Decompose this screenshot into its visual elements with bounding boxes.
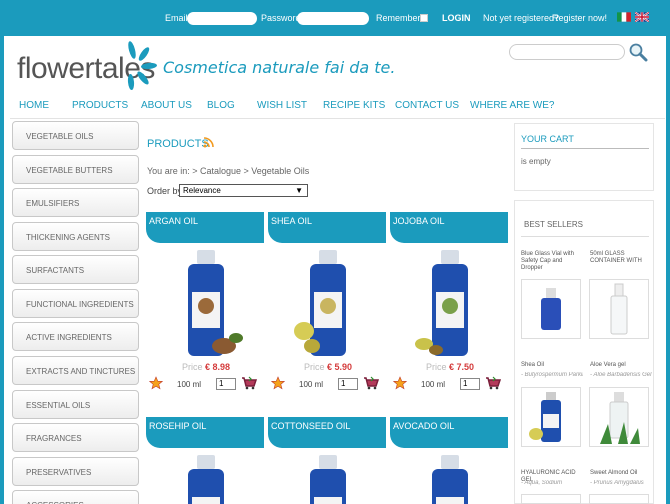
category-accessories[interactable]: ACCESSORIES	[12, 490, 139, 504]
bestsellers-box	[514, 200, 654, 504]
rosehip-oil-bottle-image[interactable]	[166, 451, 246, 504]
sweet-almond-oil-image[interactable]	[589, 494, 649, 504]
search-input[interactable]	[509, 44, 625, 60]
product-price: Price € 5.90	[304, 362, 353, 372]
product-size: 100 ml	[177, 380, 202, 389]
glass-container-image[interactable]	[589, 279, 649, 339]
nav-about-us[interactable]: ABOUT US	[141, 100, 192, 111]
hyaluronic-gel-image[interactable]	[521, 494, 581, 504]
blue-vial-image[interactable]	[521, 279, 581, 339]
add-to-cart-icon[interactable]	[241, 376, 257, 390]
uk-flag-icon[interactable]	[635, 12, 649, 22]
bestseller-inci: - Butyrospermum Parkii	[521, 372, 583, 378]
breadcrumb: You are in: > Catalogue > Vegetable Oils	[147, 166, 310, 176]
product-title[interactable]: AVOCADO OIL	[390, 417, 508, 448]
product-title[interactable]: ROSEHIP OIL	[146, 417, 264, 448]
category-vegetable-butters[interactable]: VEGETABLE BUTTERS	[12, 155, 139, 184]
main-nav: HOME PRODUCTS ABOUT US BLOG WISH LIST RE…	[0, 100, 670, 116]
remember-checkbox[interactable]	[420, 14, 428, 22]
remember-label: Remember	[376, 13, 421, 23]
nav-products[interactable]: PRODUCTS	[72, 100, 128, 111]
rss-icon[interactable]	[203, 137, 214, 148]
nav-home[interactable]: HOME	[19, 100, 49, 111]
category-surfactants[interactable]: SURFACTANTS	[12, 255, 139, 284]
product-price: Price € 7.50	[426, 362, 475, 372]
bestseller-name[interactable]: Sweet Almond Oil	[590, 470, 650, 477]
quantity-input[interactable]: 1	[338, 378, 358, 390]
category-preservatives[interactable]: PRESERVATIVES	[12, 457, 139, 486]
category-thickening-agents[interactable]: THICKENING AGENTS	[12, 222, 139, 251]
nav-where-are-we[interactable]: WHERE ARE WE?	[470, 100, 554, 111]
nav-wish-list[interactable]: WISH LIST	[257, 100, 307, 111]
dropdown-arrow-icon: ▼	[295, 186, 303, 195]
wishlist-star-icon[interactable]	[393, 376, 407, 390]
cottonseed-oil-bottle-image[interactable]	[288, 451, 368, 504]
wishlist-star-icon[interactable]	[149, 376, 163, 390]
bestseller-name[interactable]: Blue Glass Vial with Safety Cap and Drop…	[521, 251, 581, 272]
tagline: Cosmetica naturale fai da te.	[163, 58, 396, 77]
wishlist-star-icon[interactable]	[271, 376, 285, 390]
password-field[interactable]	[297, 12, 369, 25]
category-active-ingredients[interactable]: ACTIVE INGREDIENTS	[12, 322, 139, 351]
aloe-vera-gel-image[interactable]	[589, 387, 649, 447]
bestseller-name[interactable]: Shea Oil	[521, 362, 581, 369]
category-functional-ingredients[interactable]: FUNCTIONAL INGREDIENTS	[12, 289, 139, 318]
category-emulsifiers[interactable]: EMULSIFIERS	[12, 188, 139, 217]
nav-blog[interactable]: BLOG	[207, 100, 235, 111]
quantity-input[interactable]: 1	[216, 378, 236, 390]
argan-oil-bottle-image[interactable]	[166, 246, 246, 361]
category-vegetable-oils[interactable]: VEGETABLE OILS	[12, 121, 139, 150]
bestsellers-divider	[521, 236, 649, 237]
add-to-cart-icon[interactable]	[485, 376, 501, 390]
cart-title[interactable]: YOUR CART	[521, 134, 574, 144]
category-essential-oils[interactable]: ESSENTIAL OILS	[12, 390, 139, 419]
bestsellers-title: BEST SELLERS	[524, 220, 583, 229]
cart-status: is empty	[521, 157, 551, 166]
product-size: 100 ml	[299, 380, 324, 389]
add-to-cart-icon[interactable]	[363, 376, 379, 390]
category-extracts-and-tinctures[interactable]: EXTRACTS AND TINCTURES	[12, 356, 139, 385]
login-button[interactable]: LOGIN	[442, 13, 471, 23]
top-bar: Email Password Remember LOGIN Not yet re…	[0, 0, 670, 36]
bestseller-name[interactable]: 50ml GLASS CONTAINER WITH	[590, 251, 650, 265]
product-title[interactable]: COTTONSEED OIL	[268, 417, 386, 448]
category-fragrances[interactable]: FRAGRANCES	[12, 423, 139, 452]
email-label: Email	[165, 13, 188, 23]
product-size: 100 ml	[421, 380, 446, 389]
shea-oil-thumbnail[interactable]	[521, 387, 581, 447]
orderby-value: Relevance	[183, 186, 221, 195]
shea-oil-bottle-image[interactable]	[288, 246, 368, 361]
search-icon[interactable]	[628, 42, 648, 62]
product-title[interactable]: SHEA OIL	[268, 212, 386, 243]
product-price: Price € 8.98	[182, 362, 231, 372]
quantity-input[interactable]: 1	[460, 378, 480, 390]
italian-flag-icon[interactable]	[617, 12, 631, 22]
bestseller-inci: - Prunus Amygdalus	[590, 480, 644, 486]
nav-contact-us[interactable]: CONTACT US	[395, 100, 459, 111]
register-link[interactable]: Register now!	[552, 13, 607, 23]
page-title: PRODUCTS	[147, 138, 209, 150]
orderby-select[interactable]: Relevance ▼	[179, 184, 308, 197]
avocado-oil-bottle-image[interactable]	[410, 451, 490, 504]
product-title[interactable]: JOJOBA OIL	[390, 212, 508, 243]
nav-divider	[10, 118, 665, 119]
orderby-label: Order by	[147, 186, 183, 196]
nav-recipe-kits[interactable]: RECIPE KITS	[323, 100, 385, 111]
bestseller-inci: - Aqua, Sodium	[521, 480, 563, 486]
cart-divider	[521, 148, 649, 149]
password-label: Password	[261, 13, 301, 23]
bestseller-inci: - Aloe Barbadensis Gel	[590, 372, 652, 378]
jojoba-oil-bottle-image[interactable]	[410, 246, 490, 361]
not-registered-text: Not yet registered?	[483, 13, 560, 23]
flower-logo-icon	[127, 41, 157, 90]
product-title[interactable]: ARGAN OIL	[146, 212, 264, 243]
email-field[interactable]	[187, 12, 257, 25]
bestseller-name[interactable]: Aloe Vera gel	[590, 362, 650, 369]
